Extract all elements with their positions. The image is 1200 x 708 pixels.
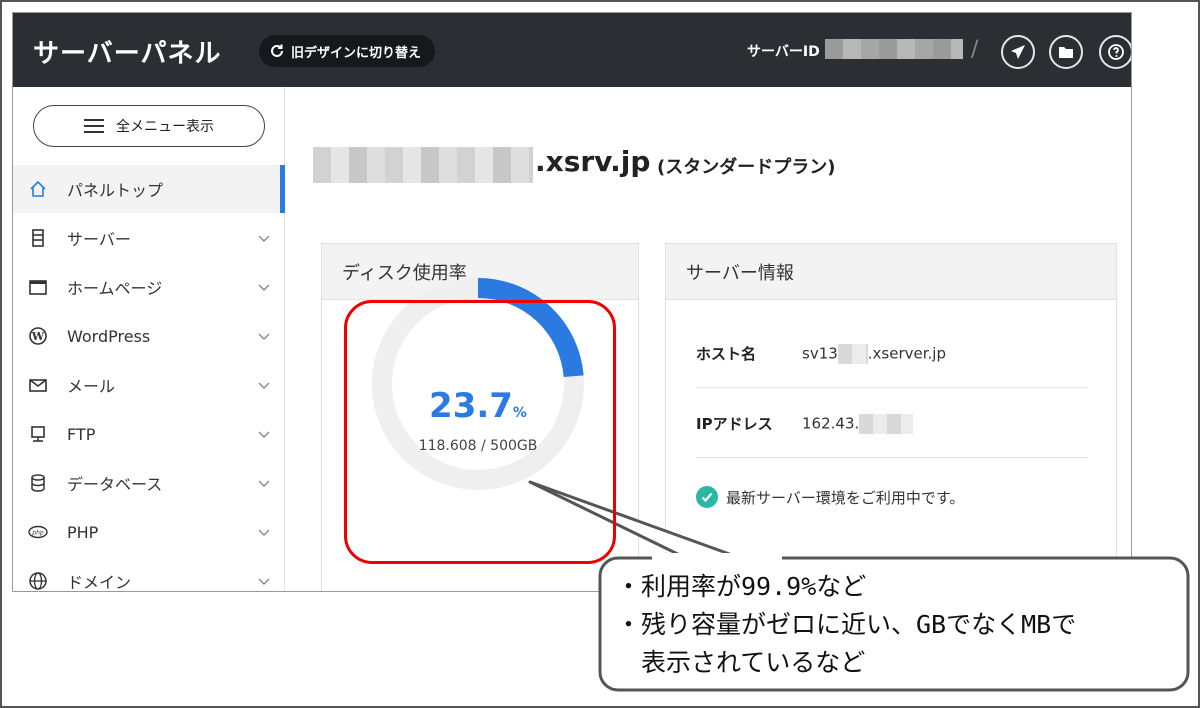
domain-mosaic [313,147,533,183]
sidebar-item-homepage[interactable]: ホームページ [13,263,285,311]
sidebar: 全メニュー表示 パネルトップ サーバー ホームページ W WordPress メ… [13,87,285,592]
sidebar-item-mail[interactable]: メール [13,361,285,409]
sidebar-item-panel-top[interactable]: パネルトップ [13,165,285,213]
switch-old-design-label: 旧デザインに切り替え [291,45,422,61]
chevron-down-icon [258,529,270,536]
server-id-label: サーバーID [747,44,820,60]
all-menu-button[interactable]: 全メニュー表示 [33,105,265,147]
sidebar-item-label: データベース [67,475,163,494]
sidebar-item-label: メール [67,377,116,396]
server-icon [27,227,49,249]
domain-suffix: .xsrv.jp [535,145,651,178]
sidebar-item-label: ホームページ [67,279,163,298]
callout-line-3: 表示されているなど [616,648,866,677]
disk-usage-highlight [344,300,616,564]
sidebar-item-label: PHP [67,522,99,542]
globe-icon [27,570,49,591]
sidebar-item-label: パネルトップ [67,181,164,200]
plan-label: (スタンダードプラン) [657,157,836,178]
refresh-icon [271,44,283,57]
server-info-card: サーバー情報 ホスト名 sv13 .xserver.jp IPアドレス 162.4… [665,243,1117,591]
server-status: 最新サーバー環境をご利用中です。 [696,486,964,508]
server-status-text: 最新サーバー環境をご利用中です。 [726,488,965,507]
ip-prefix: 162.43. [802,414,860,432]
sidebar-item-php[interactable]: php PHP [13,508,285,556]
wordpress-icon: W [27,325,49,347]
file-manager-button[interactable] [1049,35,1083,69]
callout-line-1: ・利用率が99.9%など [616,572,867,601]
chevron-down-icon [258,431,270,438]
app-title: サーバーパネル [33,39,222,69]
server-id-mosaic [825,39,963,59]
sidebar-item-label: ドメイン [67,573,132,592]
chevron-down-icon [258,382,270,389]
send-button[interactable] [1001,35,1035,69]
host-row: ホスト名 sv13 .xserver.jp [696,320,1088,388]
sidebar-item-domain[interactable]: ドメイン [13,557,285,592]
ip-label: IPアドレス [696,415,773,433]
database-icon [27,472,49,494]
ftp-monitor-icon [27,423,49,445]
check-circle-icon [696,486,718,508]
php-icon: php [27,521,49,543]
help-icon [1108,44,1124,60]
chevron-down-icon [258,284,270,291]
callout-line-2: ・残り容量がゼロに近い、GBでなくMBで [616,610,1077,639]
ip-value: 162.43. [802,413,914,434]
svg-text:W: W [31,330,45,343]
chevron-down-icon [258,235,270,242]
home-icon [27,178,49,200]
host-prefix: sv13 [802,344,838,362]
top-header: サーバーパネル 旧デザインに切り替え サーバーID / [13,13,1131,87]
server-info-title: サーバー情報 [666,244,1116,300]
folder-icon [1059,47,1073,58]
sidebar-item-ftp[interactable]: FTP [13,410,285,458]
host-value: sv13 .xserver.jp [802,343,946,364]
callout-text: ・利用率が99.9%など ・残り容量がゼロに近い、GBでなくMBで 表示されてい… [616,568,1176,682]
header-separator: / [971,37,979,62]
chevron-down-icon [258,480,270,487]
host-mosaic [837,343,868,364]
host-suffix: .xserver.jp [867,344,946,362]
sidebar-item-database[interactable]: データベース [13,459,285,507]
ip-mosaic [859,413,914,434]
ip-row: IPアドレス 162.43. [696,390,1088,458]
sidebar-item-label: FTP [67,424,96,444]
hamburger-icon [84,119,104,133]
chevron-down-icon [258,333,270,340]
sidebar-item-label: WordPress [67,326,151,346]
sidebar-item-wordpress[interactable]: W WordPress [13,312,285,360]
help-button[interactable] [1099,35,1131,69]
chevron-down-icon [258,578,270,585]
sidebar-item-server[interactable]: サーバー [13,214,285,262]
switch-old-design-button[interactable]: 旧デザインに切り替え [259,35,436,67]
mail-icon [27,374,49,396]
sidebar-item-label: サーバー [67,230,131,249]
svg-text:php: php [31,530,44,537]
browser-window-icon [27,276,49,298]
host-label: ホスト名 [696,345,757,363]
paper-plane-icon [1011,45,1025,59]
all-menu-label: 全メニュー表示 [116,119,214,135]
